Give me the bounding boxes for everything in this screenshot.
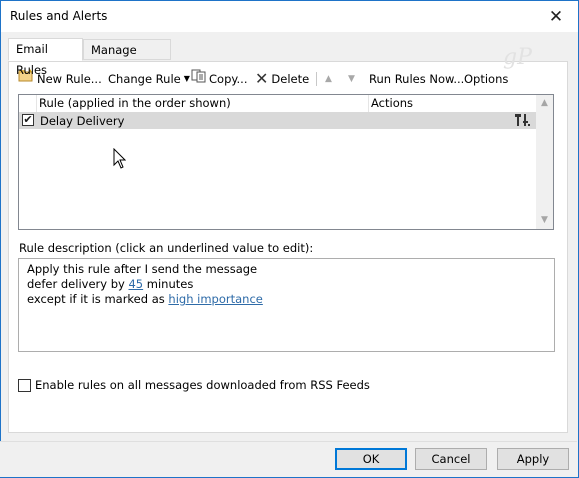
chevron-down-icon: ▼ xyxy=(183,74,190,83)
dialog-footer: OK Cancel Apply xyxy=(0,441,577,477)
copy-label: Copy... xyxy=(209,72,248,86)
description-line: defer delivery by 45 minutes xyxy=(27,277,193,291)
rss-rules-option[interactable]: Enable rules on all messages downloaded … xyxy=(18,378,370,392)
arrow-down-icon: ▼ xyxy=(348,74,355,84)
options-button[interactable]: Options xyxy=(464,69,508,89)
scroll-down-icon[interactable]: ▼ xyxy=(536,212,553,229)
rule-description-label: Rule description (click an underlined va… xyxy=(19,241,314,255)
description-text: except if it is marked as xyxy=(27,292,165,306)
rule-enabled-checkbox[interactable]: ✔ xyxy=(22,114,34,126)
rules-list-header: Rule (applied in the order shown) Action… xyxy=(19,95,537,113)
close-icon[interactable]: ✕ xyxy=(534,1,578,32)
window-title: Rules and Alerts xyxy=(10,9,108,23)
rule-description-box: Apply this rule after I send the message… xyxy=(18,258,555,352)
copy-button[interactable]: Copy... xyxy=(191,69,248,89)
column-divider xyxy=(368,95,369,112)
rules-list[interactable]: Rule (applied in the order shown) Action… xyxy=(18,94,554,230)
move-up-button[interactable]: ▲ xyxy=(325,69,332,89)
delete-button[interactable]: ✕ Delete xyxy=(255,69,309,89)
rss-rules-checkbox[interactable] xyxy=(18,378,31,392)
delete-icon: ✕ xyxy=(255,69,269,88)
copy-icon xyxy=(191,69,207,89)
delete-label: Delete xyxy=(271,72,310,86)
rss-rules-label: Enable rules on all messages downloaded … xyxy=(35,378,370,392)
title-bar: Rules and Alerts ✕ xyxy=(1,1,578,32)
toolbar-divider xyxy=(316,72,317,86)
ok-button[interactable]: OK xyxy=(335,448,407,470)
importance-link[interactable]: high importance xyxy=(168,292,262,306)
actions-column-header[interactable]: Actions xyxy=(371,96,413,110)
rules-list-scrollbar[interactable]: ▲ ▼ xyxy=(536,95,553,229)
scroll-up-icon[interactable]: ▲ xyxy=(536,95,553,112)
rules-toolbar: New Rule... Change Rule ▼ Copy... ✕ Dele… xyxy=(12,69,562,89)
change-rule-button[interactable]: Change Rule ▼ xyxy=(108,69,190,89)
rule-name: Delay Delivery xyxy=(40,114,125,128)
description-text: minutes xyxy=(146,277,194,291)
tab-email-rules[interactable]: Email Rules xyxy=(8,38,83,77)
defer-minutes-link[interactable]: 45 xyxy=(128,277,143,291)
description-line: Apply this rule after I send the message xyxy=(27,262,258,276)
column-divider xyxy=(36,95,37,112)
mouse-pointer-icon xyxy=(113,147,127,172)
move-down-button[interactable]: ▼ xyxy=(348,69,355,89)
description-text: defer delivery by xyxy=(27,277,125,291)
description-line: except if it is marked as high importanc… xyxy=(27,292,263,306)
change-rule-label: Change Rule xyxy=(108,72,181,86)
tab-manage-alerts[interactable]: Manage Alerts xyxy=(83,39,171,78)
rule-column-header[interactable]: Rule (applied in the order shown) xyxy=(39,96,231,110)
defer-delivery-action-icon xyxy=(515,113,531,130)
cancel-button[interactable]: Cancel xyxy=(415,448,487,470)
apply-button[interactable]: Apply xyxy=(497,448,569,470)
run-rules-now-button[interactable]: Run Rules Now... xyxy=(369,69,464,89)
rule-row[interactable]: ✔ Delay Delivery xyxy=(19,112,537,129)
arrow-up-icon: ▲ xyxy=(325,74,332,84)
watermark-logo: gP xyxy=(503,45,532,70)
